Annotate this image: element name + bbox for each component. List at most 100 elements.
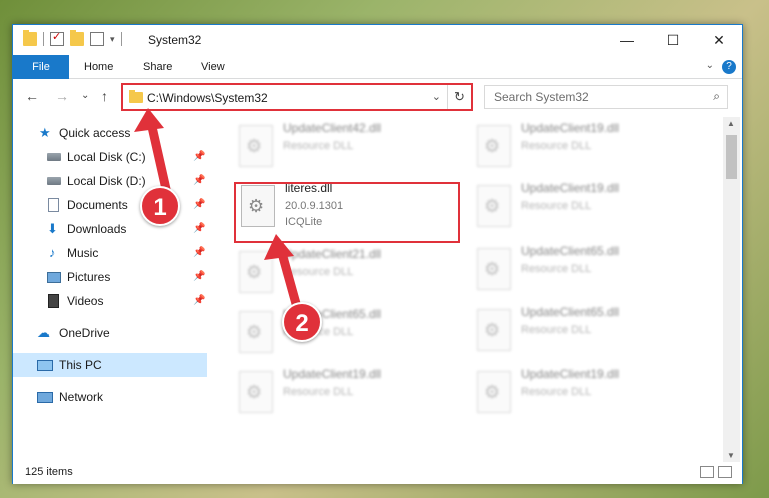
sidebar-item-pictures[interactable]: Pictures 📌 <box>13 265 207 289</box>
sidebar-item-onedrive[interactable]: ☁ OneDrive <box>13 321 207 345</box>
sidebar-item-downloads[interactable]: ⬇ Downloads 📌 <box>13 217 207 241</box>
sidebar-item-label: Network <box>59 390 104 404</box>
tab-share[interactable]: Share <box>129 55 186 79</box>
file-name: UpdateClient65.dll <box>521 244 620 258</box>
folder-icon <box>129 90 143 103</box>
dll-file-icon <box>239 371 273 413</box>
file-type: Resource DLL <box>283 140 354 152</box>
back-button[interactable]: ← <box>25 88 39 104</box>
scroll-down-icon[interactable]: ▼ <box>727 451 735 460</box>
file-item[interactable]: UpdateClient65.dll Resource DLL <box>471 303 696 363</box>
step-1-badge: 1 <box>140 186 180 226</box>
scroll-up-icon[interactable]: ▲ <box>727 119 735 128</box>
sidebar-item-label: Videos <box>67 294 104 308</box>
sidebar-item-label: Music <box>67 246 99 260</box>
step-2-badge: 2 <box>282 302 322 342</box>
pin-icon[interactable]: 📌 <box>193 145 205 169</box>
file-item[interactable]: UpdateClient19.dll Resource DLL <box>471 365 696 425</box>
music-icon: ♪ <box>49 245 56 260</box>
document-icon <box>48 198 59 212</box>
refresh-icon[interactable]: ↻ <box>447 85 471 109</box>
sidebar-item-label: Local Disk (C:) <box>67 150 146 164</box>
file-type: Resource DLL <box>521 140 592 152</box>
details-view-icon[interactable] <box>700 466 714 478</box>
pin-icon[interactable]: 📌 <box>193 169 205 193</box>
file-name: UpdateClient19.dll <box>521 367 620 381</box>
scroll-thumb[interactable] <box>726 135 737 179</box>
drive-icon <box>47 177 61 185</box>
sidebar-item-local-disk-c[interactable]: Local Disk (C:) 📌 <box>13 145 207 169</box>
window-title: System32 <box>148 33 202 47</box>
file-item[interactable]: UpdateClient19.dll Resource DLL <box>233 365 458 425</box>
ribbon-tabs: File Home Share View ⌄ ? <box>13 55 742 79</box>
pin-icon[interactable]: 📌 <box>193 289 205 313</box>
search-input[interactable]: Search System32 ⌕ <box>484 85 728 109</box>
file-item[interactable]: UpdateClient65.dll Resource DLL <box>233 305 458 365</box>
sidebar-item-music[interactable]: ♪ Music 📌 <box>13 241 207 265</box>
close-button[interactable]: ✕ <box>696 25 742 55</box>
minimize-button[interactable]: — <box>604 25 650 55</box>
large-icons-view-icon[interactable] <box>718 466 732 478</box>
folder-icon[interactable] <box>23 30 37 46</box>
sidebar-item-label: Local Disk (D:) <box>67 174 146 188</box>
sidebar-item-this-pc[interactable]: This PC <box>13 353 207 377</box>
pin-icon[interactable]: 📌 <box>193 217 205 241</box>
title-bar: ▾ System32 — ☐ ✕ <box>13 25 742 55</box>
address-dropdown-icon[interactable]: ⌄ <box>432 90 441 103</box>
toolbar-divider <box>120 32 122 46</box>
sidebar-item-label: Quick access <box>59 126 131 140</box>
sidebar-item-network[interactable]: Network <box>13 385 207 409</box>
pin-icon[interactable]: 📌 <box>193 241 205 265</box>
file-type: Resource DLL <box>521 263 592 275</box>
forward-button[interactable]: → <box>55 88 69 104</box>
file-item[interactable]: UpdateClient42.dll Resource DLL <box>233 119 458 179</box>
file-name: UpdateClient42.dll <box>283 121 382 135</box>
dll-file-icon <box>477 125 511 167</box>
dll-file-icon <box>477 371 511 413</box>
new-folder-icon[interactable] <box>70 30 84 46</box>
file-item[interactable]: UpdateClient19.dll Resource DLL <box>471 119 696 179</box>
file-name: UpdateClient19.dll <box>521 121 620 135</box>
tab-home[interactable]: Home <box>70 55 127 79</box>
address-bar[interactable]: C:\Windows\System32 ⌄ ↻ <box>121 83 473 111</box>
sidebar-item-label: OneDrive <box>59 326 110 340</box>
file-name: UpdateClient21.dll <box>283 247 382 261</box>
dll-file-icon <box>239 125 273 167</box>
sidebar-item-quick-access[interactable]: ★ Quick access <box>13 121 207 145</box>
maximize-button[interactable]: ☐ <box>650 25 696 55</box>
pin-icon[interactable]: 📌 <box>193 193 205 217</box>
sidebar-item-label: This PC <box>59 358 102 372</box>
dll-file-icon <box>477 309 511 351</box>
up-button[interactable]: ↑ <box>101 88 108 104</box>
quick-access-toolbar: ▾ <box>23 30 122 46</box>
dll-file-icon <box>239 251 273 293</box>
file-list: UpdateClient42.dll Resource DLL literes.… <box>209 117 722 462</box>
file-item[interactable]: UpdateClient65.dll Resource DLL <box>471 242 696 302</box>
cloud-icon: ☁ <box>37 325 50 340</box>
sidebar-item-videos[interactable]: Videos 📌 <box>13 289 207 313</box>
pin-icon[interactable]: 📌 <box>193 265 205 289</box>
pictures-icon <box>47 272 61 283</box>
file-highlight-box <box>234 182 460 243</box>
vertical-scrollbar[interactable]: ▲ ▼ <box>723 117 740 462</box>
search-icon[interactable]: ⌕ <box>713 89 720 104</box>
tab-view[interactable]: View <box>187 55 239 79</box>
expand-ribbon-icon[interactable]: ⌄ <box>706 60 714 71</box>
toolbar-divider <box>43 32 44 46</box>
sidebar-item-local-disk-d[interactable]: Local Disk (D:) 📌 <box>13 169 207 193</box>
dll-file-icon <box>477 185 511 227</box>
network-icon <box>37 392 53 403</box>
customize-toolbar-icon[interactable]: ▾ <box>110 34 115 45</box>
help-icon[interactable]: ? <box>722 60 736 74</box>
file-item[interactable]: UpdateClient21.dll Resource DLL <box>233 245 458 305</box>
properties-icon[interactable] <box>50 30 64 46</box>
file-explorer-window: ▾ System32 — ☐ ✕ File Home Share View ⌄ … <box>12 24 743 484</box>
address-path[interactable]: C:\Windows\System32 <box>147 91 268 105</box>
window-controls: — ☐ ✕ <box>604 25 742 55</box>
item-count: 125 items <box>25 466 73 478</box>
recent-locations-button[interactable]: ⌄ <box>81 90 89 101</box>
navigation-bar: ← → ⌄ ↑ C:\Windows\System32 ⌄ ↻ Search S… <box>13 80 742 114</box>
tab-file[interactable]: File <box>13 55 69 79</box>
file-item[interactable]: UpdateClient19.dll Resource DLL <box>471 179 696 239</box>
view-options-icon[interactable] <box>90 32 104 46</box>
